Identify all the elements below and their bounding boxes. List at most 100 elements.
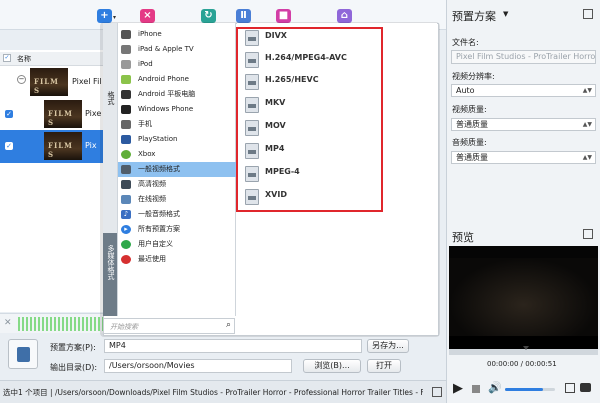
hd-video-icon [121, 180, 131, 189]
merge-button[interactable]: ⌂ [337, 9, 352, 23]
pause-button[interactable]: Ⅱ [236, 9, 251, 23]
play-icon[interactable]: ▶ [453, 382, 463, 395]
video-frame [449, 258, 598, 336]
search-placeholder: 开始搜索 [110, 323, 138, 331]
preview-video[interactable] [449, 246, 598, 349]
category-item-windows-phone[interactable]: Windows Phone [118, 102, 236, 117]
browse-button[interactable]: 浏览(B)... [303, 359, 361, 373]
expand-preview-icon[interactable] [583, 229, 593, 239]
delete-button[interactable]: × [140, 9, 155, 23]
category-item-ipad-appletv[interactable]: iPad & Apple TV [118, 42, 236, 57]
video-quality-select[interactable]: 普通质量 ▲▼ [451, 118, 596, 131]
resolution-label: 视频分辨率: [452, 72, 495, 81]
file-name: Pixe [85, 109, 102, 118]
android-icon [121, 75, 131, 84]
category-item-mobile[interactable]: 手机 [118, 117, 236, 132]
category-item-playstation[interactable]: PlayStation [118, 132, 236, 147]
category-item-user-custom[interactable]: 用户自定义 [118, 237, 236, 252]
video-thumbnail: FILM S [44, 100, 82, 128]
audio-waveform [18, 317, 106, 331]
category-item-online-video[interactable]: 在线视频 [118, 192, 236, 207]
category-item-iphone[interactable]: iPhone [118, 27, 236, 42]
letterbox [449, 246, 598, 258]
ipod-icon [121, 60, 131, 69]
audio-icon: ♪ [121, 210, 131, 219]
timeline-marker [523, 346, 529, 350]
category-item-all-presets[interactable]: ▸ 所有预置方案 [118, 222, 236, 237]
file-row-selected[interactable]: ✓ FILM S Pix [0, 130, 110, 163]
category-item-android-phone[interactable]: Android Phone [118, 72, 236, 87]
category-item-recent[interactable]: 最近使用 [118, 252, 236, 267]
row-checkbox[interactable]: ✓ [5, 142, 13, 150]
stop-icon[interactable] [472, 385, 480, 393]
video-format-icon [121, 165, 131, 174]
waveform-strip: ✕ [0, 313, 110, 333]
user-custom-icon [121, 240, 131, 249]
recent-icon [121, 255, 131, 264]
windows-icon [121, 105, 131, 114]
select-arrow-icon: ▲▼ [582, 154, 592, 161]
video-thumbnail: FILM S [44, 132, 82, 160]
file-name: Pixel Fil [72, 77, 102, 86]
preset-panel-title[interactable]: 预置方案 [452, 8, 496, 24]
category-item-android-tablet[interactable]: Android 平板电脑 [118, 87, 236, 102]
highlight-box [236, 27, 383, 212]
save-as-button[interactable]: 另存为... [367, 339, 409, 353]
file-row[interactable]: ✓ FILM S Pixe [0, 98, 110, 131]
tab-multimedia-format[interactable]: 多媒体格式 [106, 245, 116, 280]
vertical-tab-bar: 格式 多媒体格式 [103, 23, 118, 316]
timeline-bar[interactable] [449, 346, 598, 355]
preview-title: 预览 [452, 231, 474, 244]
search-icon[interactable]: ⌕ [223, 320, 234, 331]
file-list-header: ✓ 名称 [0, 52, 110, 66]
status-bar: 选中1 个项目 | /Users/orsoon/Downloads/Pixel … [0, 380, 446, 403]
category-item-hd-video[interactable]: 高清视频 [118, 177, 236, 192]
android-tablet-icon [121, 90, 131, 99]
presets-icon: ▸ [121, 225, 131, 234]
format-icon[interactable] [8, 339, 38, 369]
collapse-icon[interactable]: − [17, 75, 26, 84]
online-video-icon [121, 195, 131, 204]
log-icon[interactable] [432, 387, 442, 397]
refresh-button[interactable]: ↻ [201, 9, 216, 23]
expand-icon[interactable] [583, 9, 593, 19]
row-checkbox[interactable]: ✓ [5, 110, 13, 118]
select-arrow-icon: ▲▼ [582, 121, 592, 128]
playstation-icon [121, 135, 131, 144]
category-item-xbox[interactable]: Xbox [118, 147, 236, 162]
category-list: iPhone iPad & Apple TV iPod Android Phon… [118, 23, 236, 316]
volume-slider[interactable] [505, 388, 555, 391]
resolution-select[interactable]: Auto ▲▼ [451, 84, 596, 97]
xbox-icon [121, 150, 131, 159]
file-name: Pix [85, 141, 97, 150]
tab-format[interactable]: 格式 [106, 91, 116, 105]
category-item-general-video[interactable]: 一般视频格式 [118, 162, 236, 177]
screenshot-folder-icon[interactable] [565, 383, 575, 393]
open-button[interactable]: 打开 [367, 359, 401, 373]
audio-quality-label: 音频质量: [452, 138, 487, 147]
volume-icon[interactable]: 🔊 [488, 381, 502, 394]
select-arrow-icon: ▲▼ [582, 87, 592, 94]
stop-button[interactable]: ■ [276, 9, 291, 23]
format-search-input[interactable]: 开始搜索 [103, 318, 235, 334]
audio-quality-select[interactable]: 普通质量 ▲▼ [451, 151, 596, 164]
time-display: 00:00:00 / 00:00:51 [487, 360, 557, 368]
output-dir-field[interactable]: /Users/orsoon/Movies [104, 359, 292, 373]
category-item-ipod[interactable]: iPod [118, 57, 236, 72]
camera-icon[interactable] [580, 383, 591, 392]
add-file-button[interactable]: + [97, 9, 112, 23]
select-all-checkbox[interactable]: ✓ [3, 54, 11, 62]
column-name-header[interactable]: 名称 [17, 54, 31, 64]
filename-field[interactable]: Pixel Film Studios - ProTrailer Horror [451, 50, 596, 64]
close-icon[interactable]: ✕ [4, 318, 12, 328]
chevron-down-icon[interactable]: ▼ [503, 10, 508, 18]
status-text: 选中1 个项目 | /Users/orsoon/Downloads/Pixel … [3, 388, 423, 397]
add-dropdown-chevron-icon[interactable]: ▾ [113, 14, 116, 21]
volume-fill [505, 388, 543, 391]
preset-label: 预置方案(P): [50, 343, 96, 352]
category-item-general-audio[interactable]: ♪ 一般音频格式 [118, 207, 236, 222]
file-row[interactable]: − FILM S Pixel Fil [0, 66, 110, 99]
filename-label: 文件名: [452, 38, 479, 47]
video-thumbnail: FILM S [30, 68, 68, 96]
preset-select[interactable]: MP4 [104, 339, 362, 353]
